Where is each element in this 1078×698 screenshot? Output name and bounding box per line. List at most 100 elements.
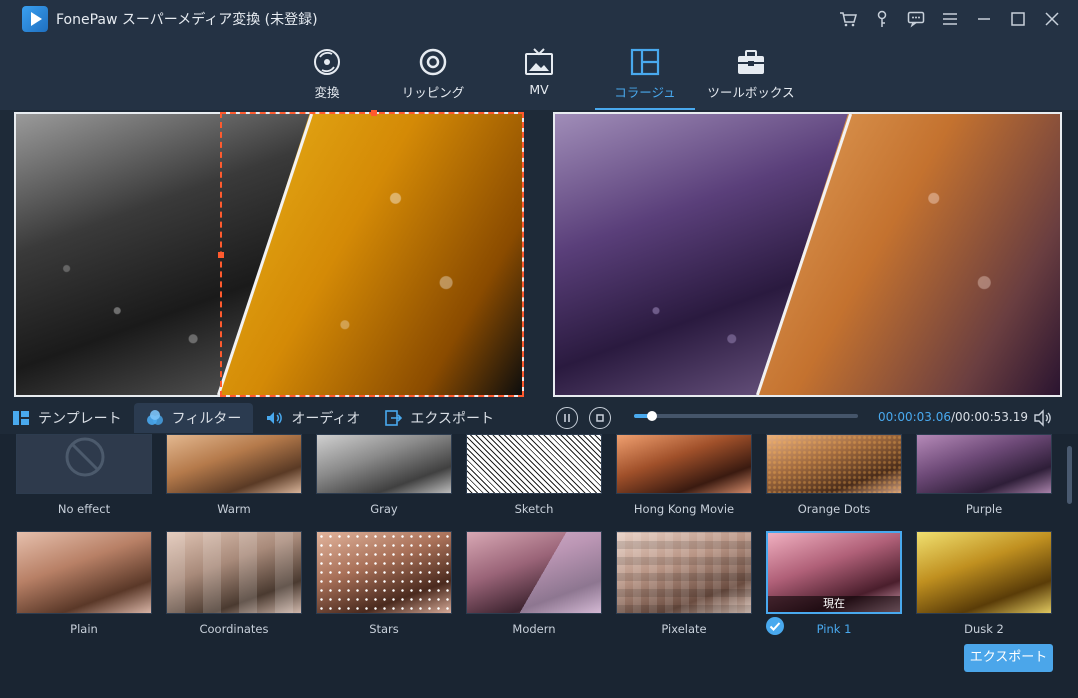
resize-handle[interactable]: [371, 110, 377, 116]
toolbox-icon: [734, 46, 768, 78]
filter-label: Gray: [370, 502, 398, 516]
filter-thumbnail[interactable]: [916, 531, 1052, 614]
current-badge: 現在: [768, 596, 900, 612]
tab-audio[interactable]: オーディオ: [253, 403, 372, 433]
selected-clip-frame[interactable]: [218, 110, 524, 397]
filter-item[interactable]: Pixelate: [616, 531, 752, 636]
disc-icon: [416, 46, 450, 78]
nav-mv[interactable]: MV: [489, 46, 589, 108]
filter-thumbnail[interactable]: [916, 434, 1052, 494]
no-effect-icon: [65, 437, 105, 477]
filter-label: No effect: [57, 502, 111, 516]
filter-item[interactable]: Gray: [316, 434, 452, 516]
filter-thumbnail[interactable]: [466, 434, 602, 494]
progress-bar[interactable]: [634, 411, 858, 421]
collage-tabs: テンプレート フィルター オーディオ エクスポート: [0, 402, 539, 434]
nav-mv-label: MV: [529, 82, 549, 97]
filter-thumbnail[interactable]: 現在: [766, 531, 902, 614]
filter-icon: [146, 410, 163, 425]
tab-template[interactable]: テンプレート: [0, 403, 134, 433]
filter-thumbnail[interactable]: [316, 531, 452, 614]
nav-toolbox[interactable]: ツールボックス: [701, 46, 801, 108]
filter-label: Sketch: [514, 502, 554, 516]
filter-item[interactable]: Sketch: [466, 434, 602, 516]
filter-item[interactable]: Purple: [916, 434, 1052, 516]
filter-item[interactable]: Orange Dots: [766, 434, 902, 516]
key-icon[interactable]: [870, 7, 894, 31]
filter-label: Modern: [512, 622, 556, 636]
tab-audio-label: オーディオ: [291, 411, 361, 427]
filter-label: Purple: [965, 502, 1003, 516]
filter-item[interactable]: No effect: [16, 434, 152, 516]
stop-button[interactable]: [589, 407, 611, 429]
filter-thumbnail[interactable]: [766, 434, 902, 494]
main-nav: 変換 リッピング MV コラージュ ツールボックス: [0, 38, 1078, 110]
filter-thumbnail[interactable]: [616, 531, 752, 614]
filter-label: Hong Kong Movie: [633, 502, 735, 516]
filter-label: Stars: [369, 622, 399, 636]
filter-thumbnail[interactable]: [166, 434, 302, 494]
filter-label: Orange Dots: [797, 502, 871, 516]
tab-filter[interactable]: フィルター: [133, 403, 254, 433]
filter-thumbnail[interactable]: [166, 531, 302, 614]
tab-template-label: テンプレート: [38, 411, 122, 427]
export-icon: [385, 410, 403, 426]
filter-label: Plain: [70, 622, 98, 636]
filter-item[interactable]: Modern: [466, 531, 602, 636]
time-display: 00:00:03.06/00:00:53.19: [878, 410, 1028, 424]
minimize-icon[interactable]: [972, 7, 996, 31]
filter-thumbnail[interactable]: [16, 434, 152, 494]
filter-item[interactable]: Stars: [316, 531, 452, 636]
resize-handle[interactable]: [218, 252, 224, 258]
tab-export-label: エクスポート: [410, 411, 494, 427]
nav-toolbox-label: ツールボックス: [707, 85, 795, 100]
close-icon[interactable]: [1040, 7, 1064, 31]
filter-thumbnail[interactable]: [316, 434, 452, 494]
filter-label: Dusk 2: [964, 622, 1004, 636]
menu-icon[interactable]: [938, 7, 962, 31]
filter-item[interactable]: Warm: [166, 434, 302, 516]
filter-thumbnail[interactable]: [616, 434, 752, 494]
tab-filter-label: フィルター: [171, 411, 242, 427]
app-logo-icon: [22, 6, 48, 32]
pause-button[interactable]: [556, 407, 578, 429]
app-title: FonePaw スーパーメディア変換 (未登録): [56, 12, 318, 28]
check-icon: [766, 617, 784, 635]
nav-collage-label: コラージュ: [614, 85, 676, 100]
filter-label: Pixelate: [661, 622, 707, 636]
current-time: 00:00:03.06: [878, 410, 951, 424]
tv-icon: [522, 46, 556, 78]
nav-convert[interactable]: 変換: [277, 46, 377, 108]
scrollbar[interactable]: [1067, 446, 1072, 504]
audio-icon: [267, 412, 283, 424]
chat-icon[interactable]: [904, 7, 928, 31]
filter-item[interactable]: Coordinates: [166, 531, 302, 636]
filter-label: Pink 1: [816, 622, 852, 636]
total-time: /00:00:53.19: [950, 410, 1029, 424]
filter-item-current[interactable]: 現在 Pink 1: [766, 531, 902, 636]
filter-thumbnail[interactable]: [466, 531, 602, 614]
progress-handle[interactable]: [646, 411, 657, 421]
nav-convert-label: 変換: [314, 85, 340, 100]
maximize-icon[interactable]: [1006, 7, 1030, 31]
stop-icon: [596, 414, 604, 422]
pause-icon: [564, 414, 570, 422]
filter-item[interactable]: Dusk 2: [916, 531, 1052, 636]
player-controls: 00:00:03.06/00:00:53.19: [545, 402, 1078, 434]
filter-grid: No effect Warm Gray Sketch Hong Kong Mov…: [0, 434, 1078, 698]
filter-item[interactable]: Hong Kong Movie: [616, 434, 752, 516]
filter-label: Warm: [217, 502, 251, 516]
output-preview: [553, 112, 1062, 397]
window-controls: [836, 0, 1064, 38]
filter-label: Coordinates: [199, 622, 269, 636]
nav-collage[interactable]: コラージュ: [595, 46, 695, 110]
collage-icon: [628, 46, 662, 78]
filter-thumbnail[interactable]: [16, 531, 152, 614]
filter-item[interactable]: Plain: [16, 531, 152, 636]
title-bar: FonePaw スーパーメディア変換 (未登録): [0, 0, 1078, 38]
export-button[interactable]: エクスポート: [964, 644, 1053, 672]
volume-icon[interactable]: [1033, 408, 1053, 428]
cart-icon[interactable]: [836, 7, 860, 31]
tab-export[interactable]: エクスポート: [372, 403, 506, 433]
nav-ripping[interactable]: リッピング: [383, 46, 483, 108]
